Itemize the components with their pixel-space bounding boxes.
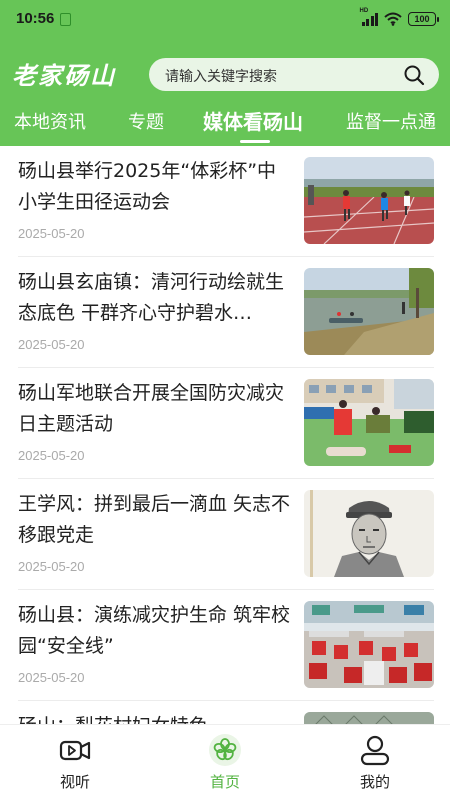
app-logo: 老家砀山 <box>12 62 116 90</box>
news-title: 砀山：梨花村妇女特色 <box>18 711 294 724</box>
news-item[interactable]: 砀山县玄庙镇：清河行动绘就生态底色 干群齐心守护碧水… 2025-05-20 <box>0 257 450 368</box>
search-input[interactable]: 请输入关键字搜索 <box>165 66 277 86</box>
news-thumbnail <box>304 601 434 688</box>
news-date: 2025-05-20 <box>18 670 85 685</box>
news-thumbnail <box>304 268 434 355</box>
tab-supervision[interactable]: 监督一点通 <box>346 108 436 134</box>
sim-icon <box>60 13 71 26</box>
news-item[interactable]: 砀山军地联合开展全国防灾减灾日主题活动 2025-05-20 <box>0 368 450 479</box>
app-header: 10:56 HD 100 老家砀山 请输入关键字搜索 本地资讯 专题 媒体看砀山 <box>0 0 450 146</box>
search-bar[interactable]: 请输入关键字搜索 <box>149 58 439 91</box>
news-thumbnail <box>304 490 434 577</box>
search-icon[interactable] <box>403 64 425 86</box>
news-item[interactable]: 王学风：拼到最后一滴血 矢志不移跟党走 2025-05-20 <box>0 479 450 590</box>
active-tab-indicator <box>240 140 270 143</box>
nav-label: 我的 <box>359 773 390 791</box>
battery-icon: 100 <box>408 12 439 26</box>
status-icons: HD 100 <box>360 8 439 28</box>
signal-icon: HD <box>360 8 378 26</box>
news-title: 砀山县玄庙镇：清河行动绘就生态底色 干群齐心守护碧水… <box>18 271 285 324</box>
news-item[interactable]: 砀山：梨花村妇女特色 <box>0 701 450 724</box>
news-thumbnail <box>304 379 434 466</box>
news-list: 砀山县举行2025年“体彩杯”中小学生田径运动会 2025-05-20 砀山县玄… <box>0 146 450 724</box>
news-title: 砀山县：演练减灾护生命 筑牢校园“安全线” <box>18 604 291 657</box>
category-tabs: 本地资讯 专题 媒体看砀山 监督一点通 <box>0 104 450 146</box>
nav-video[interactable]: 视听 <box>20 725 130 800</box>
tab-local-news[interactable]: 本地资讯 <box>14 108 86 134</box>
news-item[interactable]: 砀山县：演练减灾护生命 筑牢校园“安全线” 2025-05-20 <box>0 590 450 701</box>
wifi-icon <box>384 12 402 26</box>
news-thumbnail <box>304 157 434 244</box>
news-date: 2025-05-20 <box>18 448 85 463</box>
news-item[interactable]: 砀山县举行2025年“体彩杯”中小学生田径运动会 2025-05-20 <box>0 146 450 257</box>
nav-profile[interactable]: 我的 <box>320 725 430 800</box>
video-icon <box>59 740 91 761</box>
flower-icon <box>209 734 241 766</box>
news-title: 砀山军地联合开展全国防灾减灾日主题活动 <box>18 382 285 435</box>
news-date: 2025-05-20 <box>18 226 85 241</box>
news-title: 砀山县举行2025年“体彩杯”中小学生田径运动会 <box>18 160 277 213</box>
status-time: 10:56 <box>16 10 55 27</box>
news-date: 2025-05-20 <box>18 559 85 574</box>
news-thumbnail <box>304 712 434 724</box>
tab-media-view[interactable]: 媒体看砀山 <box>203 106 303 135</box>
news-date: 2025-05-20 <box>18 337 85 352</box>
user-icon <box>360 735 390 766</box>
bottom-navigation: 视听 首页 我的 <box>0 724 450 800</box>
status-bar: 10:56 HD 100 <box>0 0 450 38</box>
tab-topics[interactable]: 专题 <box>128 108 164 134</box>
news-title: 王学风：拼到最后一滴血 矢志不移跟党走 <box>18 493 291 546</box>
nav-label: 首页 <box>209 773 240 791</box>
nav-label: 视听 <box>59 773 90 791</box>
nav-home[interactable]: 首页 <box>170 725 280 800</box>
